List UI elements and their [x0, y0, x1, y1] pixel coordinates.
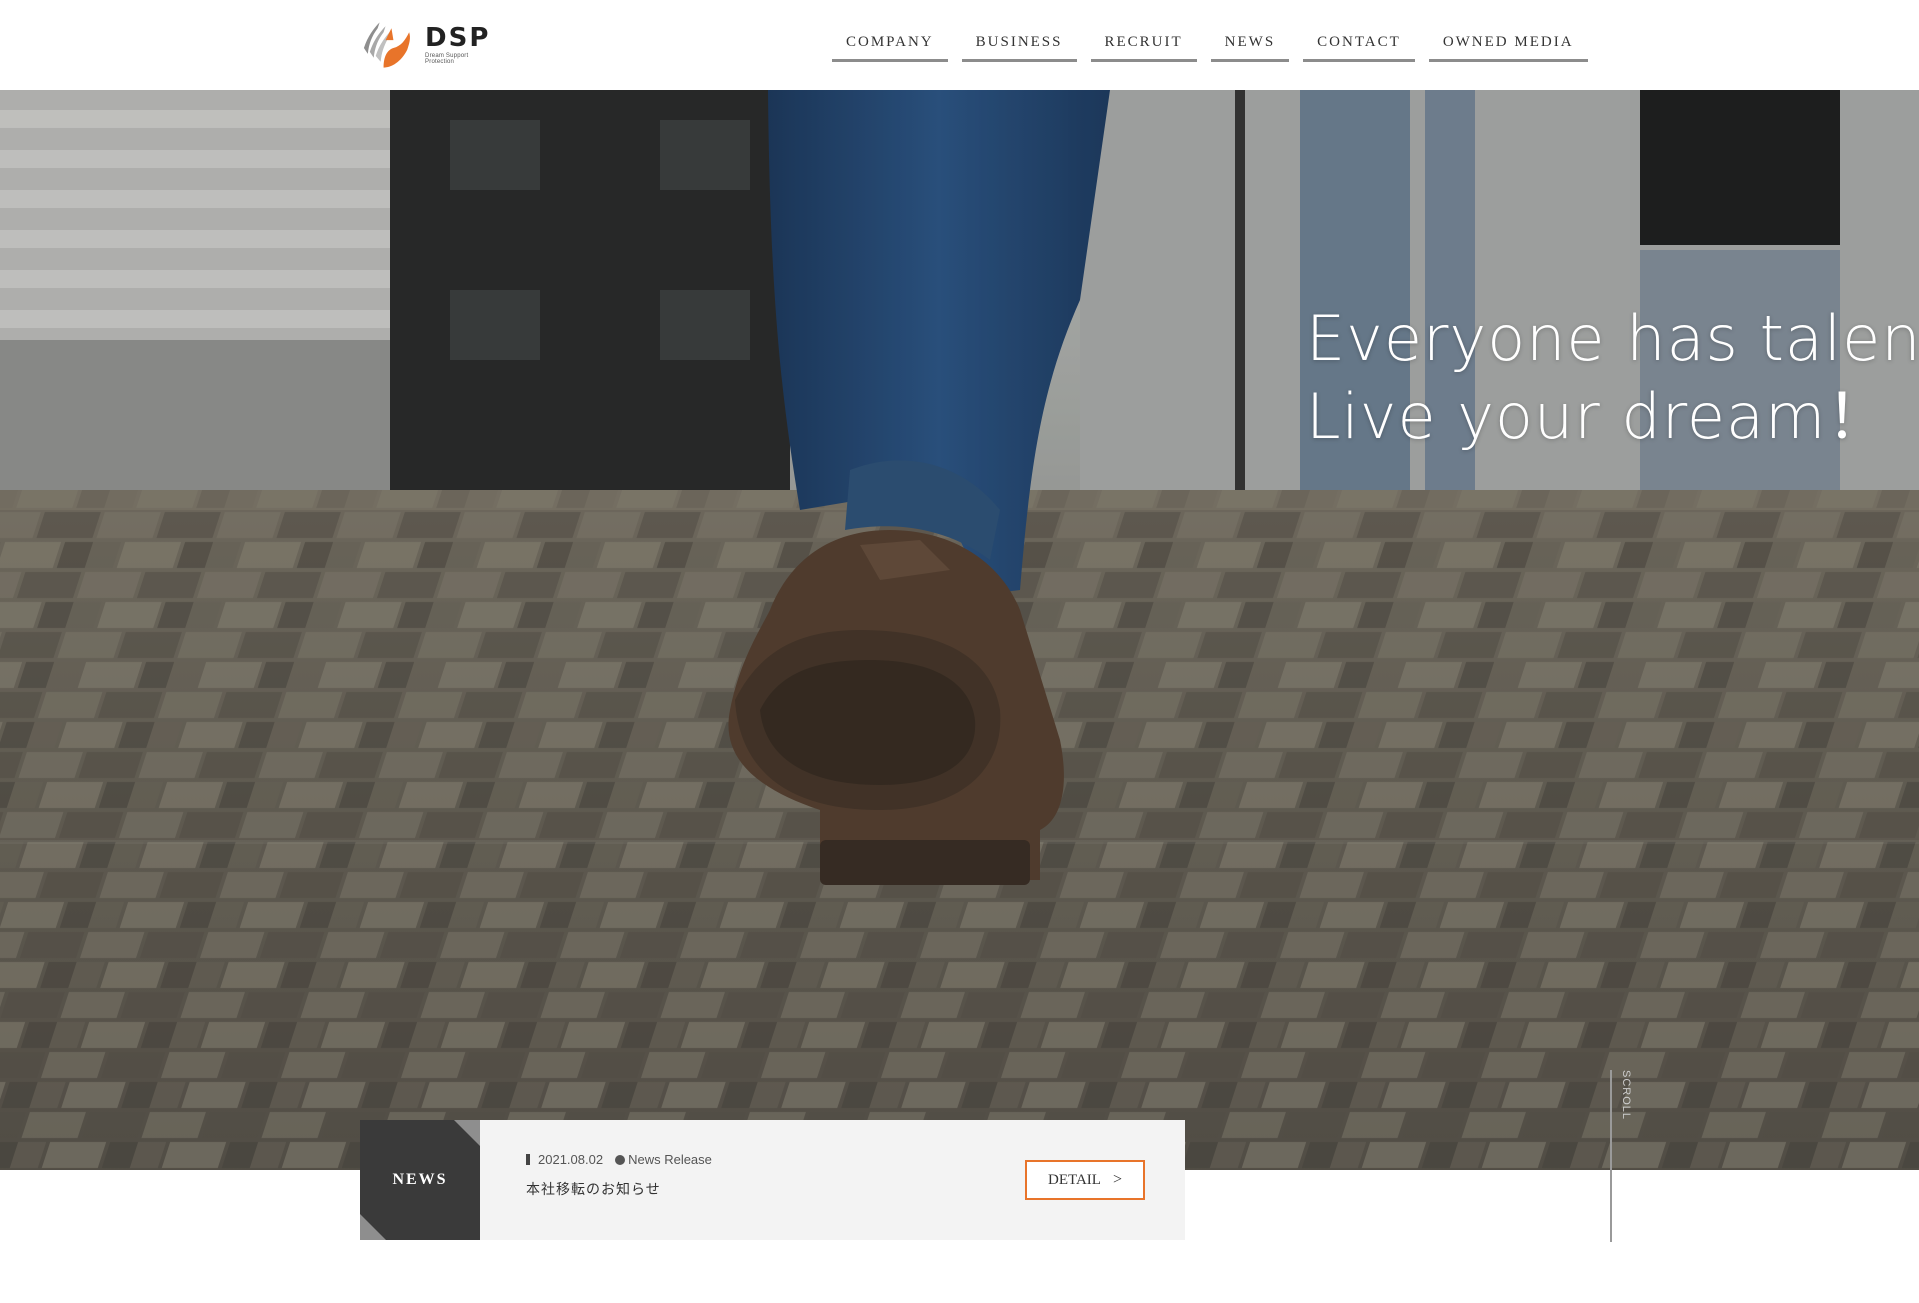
nav-item-news[interactable]: NEWS [1210, 30, 1290, 62]
hero-background-image [0, 90, 1919, 1170]
nav-item-business[interactable]: BUSINESS [961, 30, 1077, 62]
chevron-right-icon: > [1112, 1171, 1122, 1188]
corner-triangle-bottom-left [360, 1214, 386, 1240]
date-marker-icon [526, 1154, 530, 1165]
scroll-line [1610, 1070, 1612, 1242]
scroll-indicator[interactable]: SCROLL [1610, 1070, 1640, 1242]
nav-item-contact[interactable]: CONTACT [1303, 30, 1415, 62]
site-header: DSP Dream Support Protection COMPANY BUS… [0, 0, 1919, 90]
logo-name: DSP [425, 23, 491, 53]
corner-triangle-top-right [454, 1120, 480, 1146]
nav-item-owned-media[interactable]: OWNED MEDIA [1428, 30, 1588, 62]
hero-headline: Everyone has talent. Live your dream！ [1306, 300, 1919, 456]
news-category: News Release [628, 1152, 712, 1167]
logo[interactable]: DSP Dream Support Protection [358, 18, 498, 72]
detail-button-label: DETAIL [1048, 1171, 1101, 1188]
nav-item-company[interactable]: COMPANY [832, 30, 948, 62]
main-nav: COMPANY BUSINESS RECRUIT NEWS CONTACT OW… [832, 30, 1588, 62]
news-strip: NEWS 2021.08.02 News Release 本社移転のお知らせ D… [360, 1120, 1185, 1240]
news-date: 2021.08.02 [538, 1152, 604, 1167]
category-dot-icon [615, 1154, 626, 1165]
detail-button[interactable]: DETAIL > [1025, 1160, 1145, 1200]
news-item[interactable]: 2021.08.02 News Release 本社移転のお知らせ DETAIL… [480, 1120, 1185, 1240]
news-label-box: NEWS [360, 1120, 480, 1240]
hero-section: Everyone has talent. Live your dream！ [0, 90, 1919, 1170]
hero-headline-line2: Live your dream！ [1306, 380, 1890, 453]
nav-item-recruit[interactable]: RECRUIT [1090, 30, 1197, 62]
news-label: NEWS [392, 1171, 448, 1188]
dsp-logo-icon [363, 22, 410, 68]
logo-tagline: Dream Support Protection [425, 53, 469, 65]
hero-headline-line1: Everyone has talent. [1306, 302, 1919, 375]
scroll-label: SCROLL [1620, 1070, 1632, 1121]
